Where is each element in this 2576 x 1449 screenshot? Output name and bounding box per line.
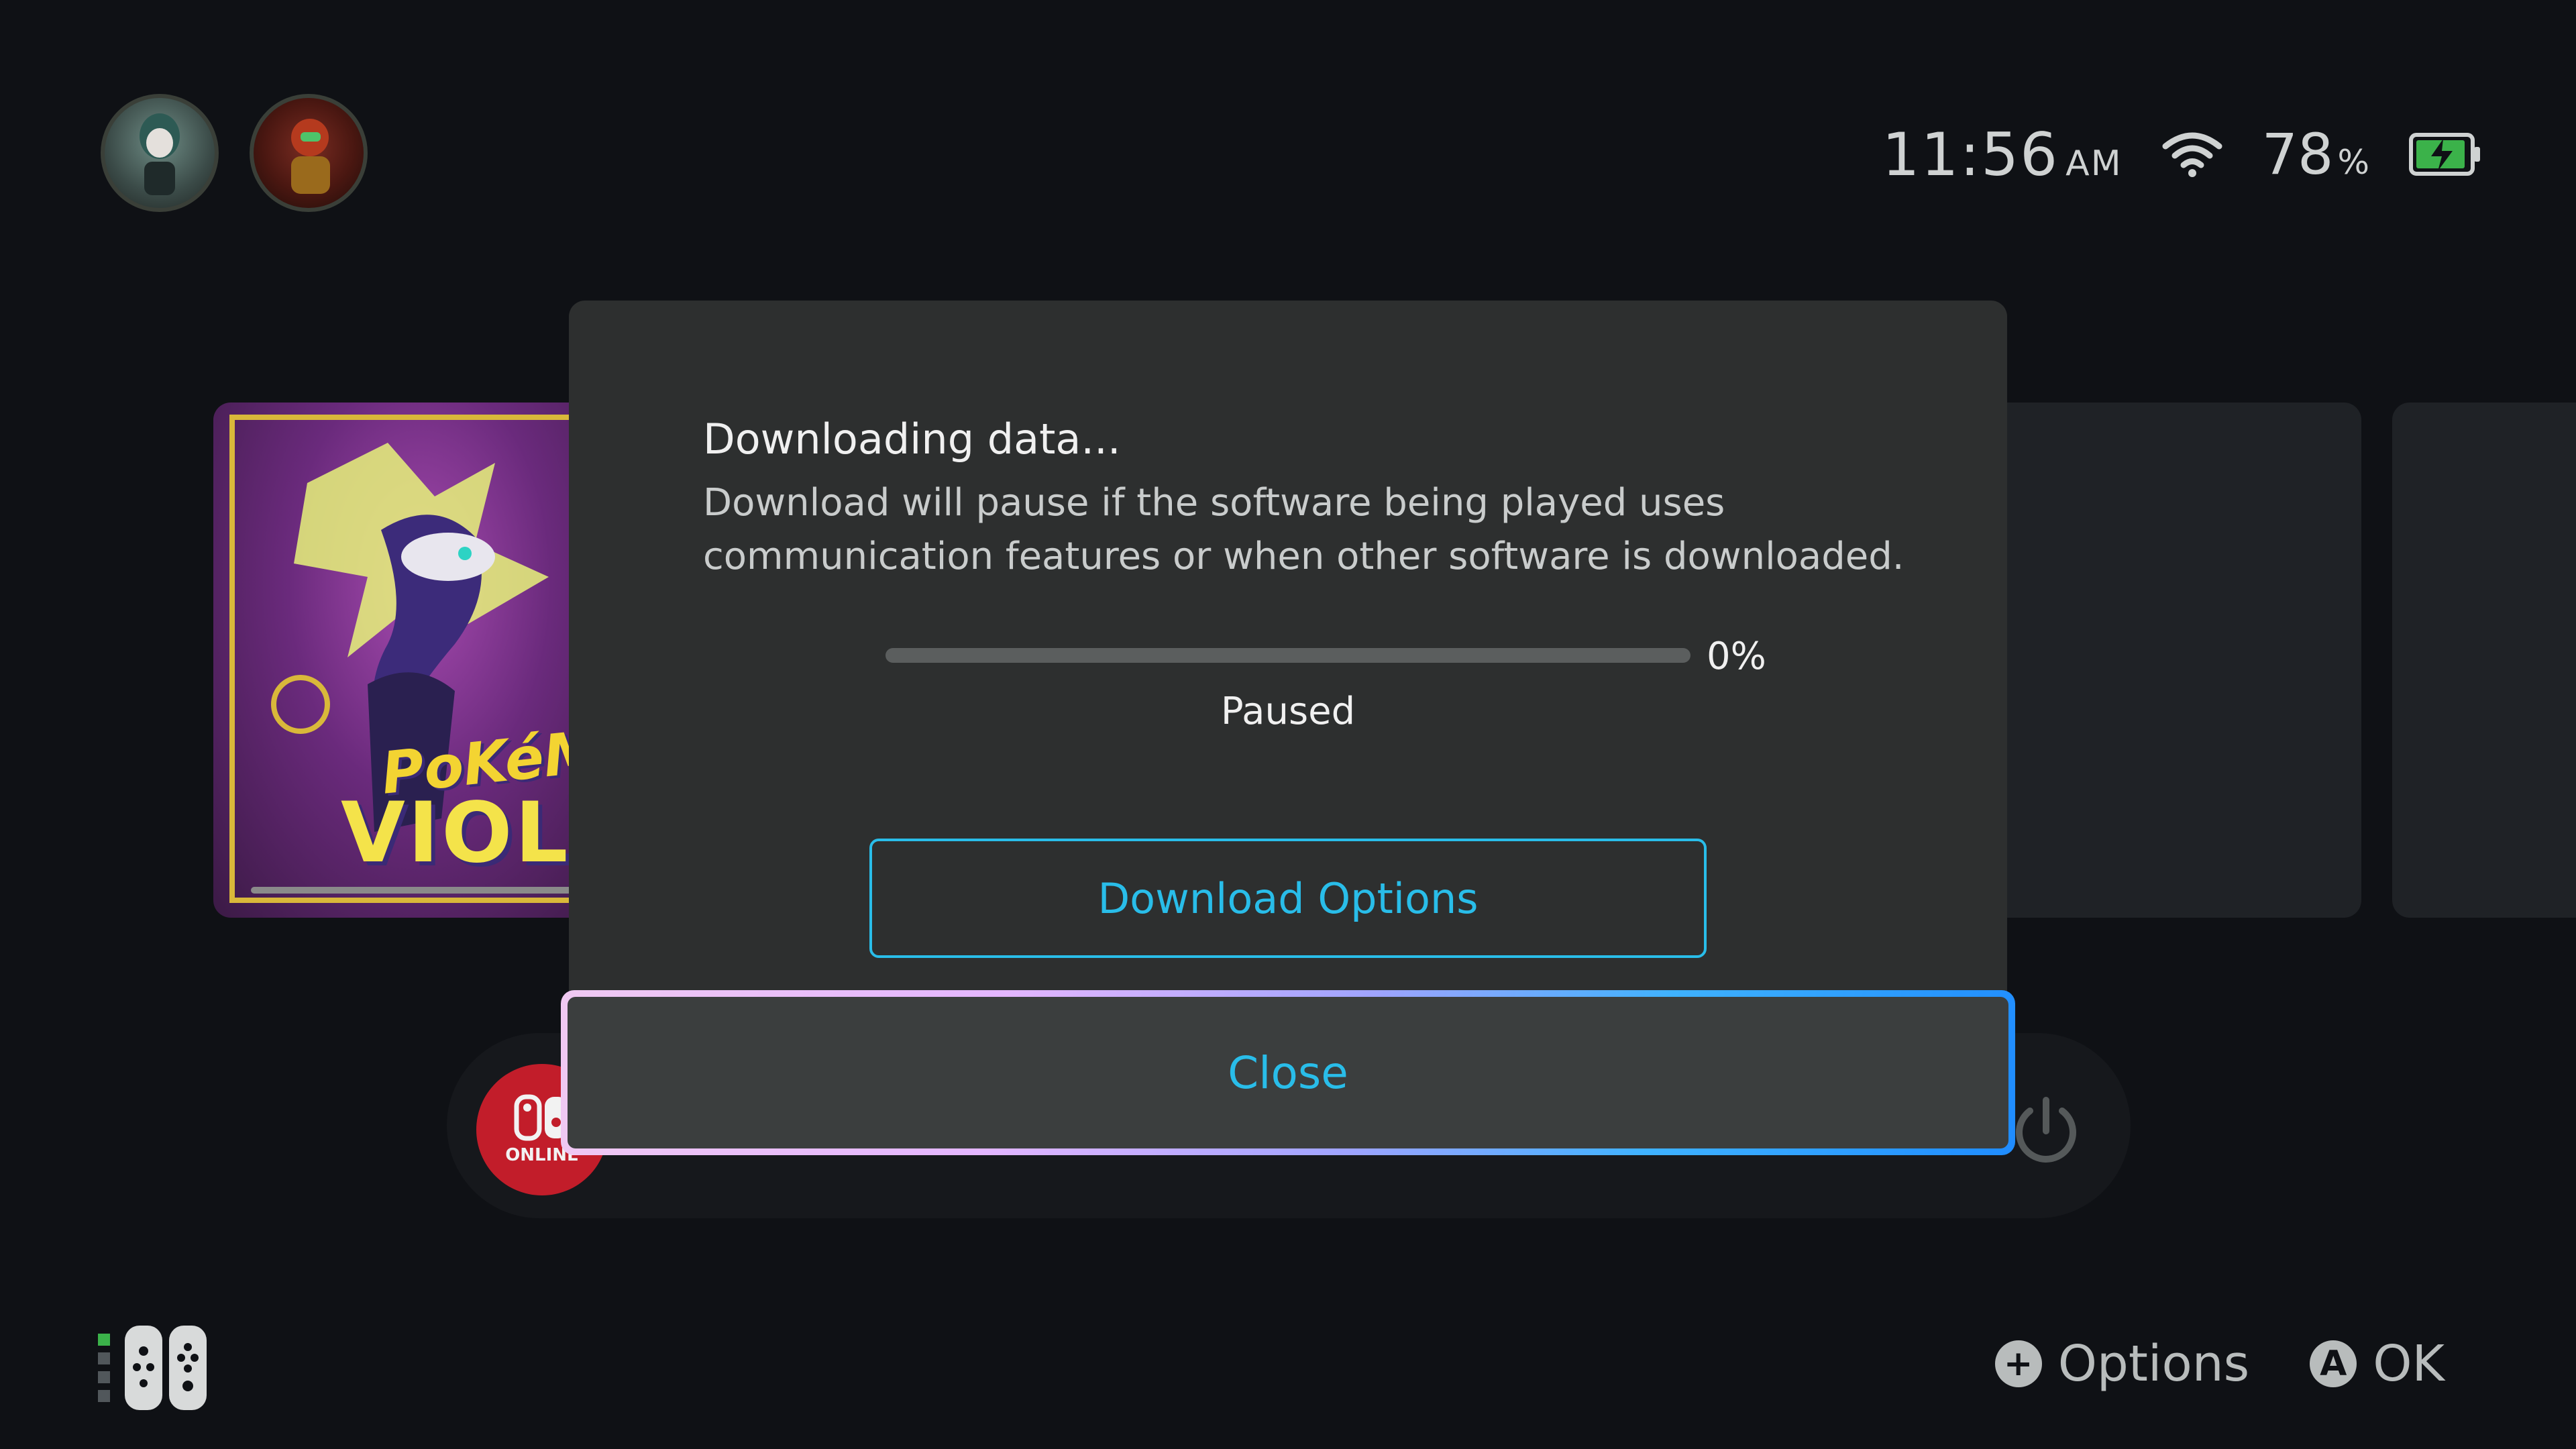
battery-value: 78 bbox=[2261, 121, 2334, 187]
empty-tile[interactable] bbox=[2392, 402, 2576, 918]
progress-percent: 0% bbox=[1707, 635, 1766, 678]
close-button-focus-ring[interactable]: Close bbox=[561, 990, 2015, 1155]
empty-tile[interactable] bbox=[1986, 402, 2361, 918]
button-hints: + Options A OK bbox=[1994, 1335, 2445, 1393]
game-logo-title: VIOLET bbox=[341, 785, 589, 881]
power-icon[interactable] bbox=[2006, 1091, 2086, 1171]
clock-time: 11:56 bbox=[1882, 119, 2059, 189]
options-hint[interactable]: + Options bbox=[1994, 1335, 2250, 1393]
battery-unit: % bbox=[2337, 143, 2369, 182]
a-button-icon: A bbox=[2310, 1340, 2357, 1387]
avatar-character-icon bbox=[140, 113, 180, 195]
user-avatar-1[interactable] bbox=[101, 94, 219, 212]
download-state: Paused bbox=[1220, 690, 1356, 733]
clock: 11:56 AM bbox=[1882, 120, 2123, 189]
wifi-icon bbox=[2162, 132, 2222, 177]
ok-hint[interactable]: A OK bbox=[2310, 1335, 2445, 1393]
game-progress-bar bbox=[251, 887, 573, 894]
battery-percentage: 78% bbox=[2262, 121, 2369, 187]
ok-label: OK bbox=[2373, 1335, 2445, 1393]
user-avatar-2[interactable] bbox=[250, 94, 368, 212]
game-tile[interactable]: PoKéMoN VIOLET bbox=[213, 402, 589, 918]
clock-ampm: AM bbox=[2065, 143, 2123, 184]
options-label: Options bbox=[2057, 1335, 2250, 1393]
dialog-message: Download will pause if the software bein… bbox=[703, 481, 1904, 578]
close-button[interactable]: Close bbox=[568, 997, 2008, 1148]
download-options-button[interactable]: Download Options bbox=[869, 839, 1707, 958]
battery-charging-icon bbox=[2409, 133, 2480, 176]
dialog-title: Downloading data... bbox=[703, 415, 1121, 464]
controllers-indicator[interactable] bbox=[98, 1324, 209, 1411]
download-progress-bar bbox=[885, 648, 1690, 663]
plus-button-icon: + bbox=[1994, 1340, 2042, 1387]
player-leds bbox=[98, 1334, 110, 1402]
joycon-pair-icon bbox=[125, 1326, 207, 1410]
status-bar: 11:56 AM 78% bbox=[1882, 114, 2482, 195]
avatar-character-icon bbox=[291, 119, 330, 194]
